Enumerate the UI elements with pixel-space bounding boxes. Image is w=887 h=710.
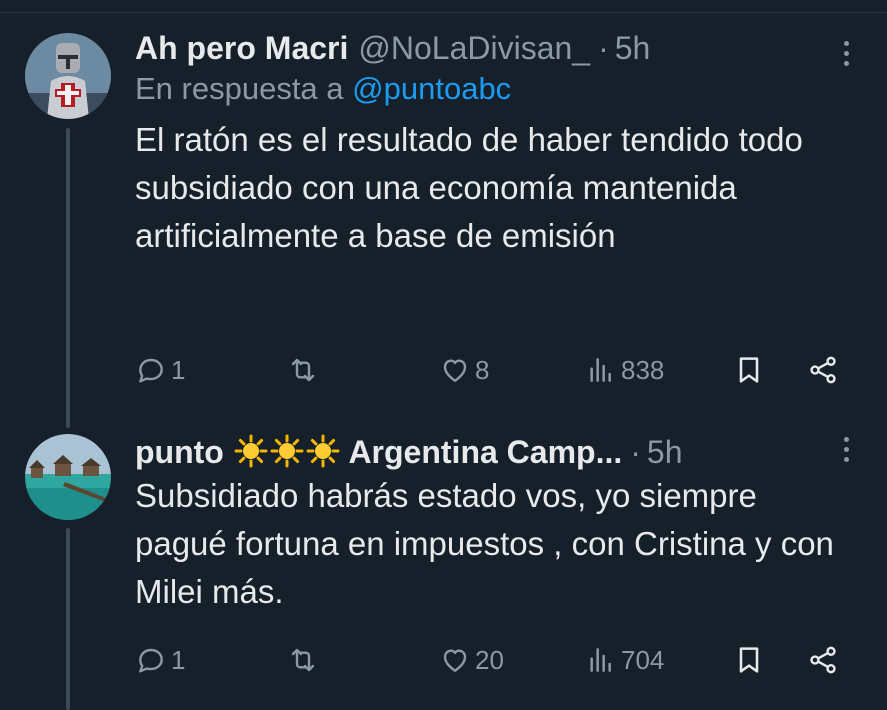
avatar[interactable] bbox=[25, 33, 111, 119]
separator-dot: · bbox=[598, 30, 609, 66]
display-name[interactable]: punto Argentina Camp... bbox=[135, 432, 622, 472]
reply-prefix: En respuesta a bbox=[135, 71, 344, 106]
tweet-text: Subsidiado habrás estado vos, yo siempre… bbox=[135, 477, 834, 610]
reply-count: 1 bbox=[171, 644, 186, 675]
bookmark-button[interactable] bbox=[733, 638, 765, 682]
reply-mention-link[interactable]: @puntoabc bbox=[352, 71, 511, 106]
action-bar: 1 8 838 bbox=[135, 348, 845, 392]
share-icon bbox=[810, 356, 836, 384]
reply-count: 1 bbox=[171, 354, 186, 385]
bookmark-button[interactable] bbox=[733, 348, 765, 392]
heart-icon bbox=[443, 359, 467, 382]
share-button[interactable] bbox=[807, 638, 839, 682]
share-button[interactable] bbox=[807, 348, 839, 392]
display-name[interactable]: Ah pero Macri bbox=[135, 28, 348, 68]
like-button[interactable]: 20 bbox=[439, 638, 504, 682]
avatar[interactable] bbox=[25, 434, 111, 520]
more-options-icon[interactable] bbox=[835, 36, 857, 76]
reply-context: En respuesta a @puntoabc bbox=[135, 70, 847, 108]
display-name-suffix: Argentina Camp... bbox=[348, 434, 623, 470]
repost-icon bbox=[291, 358, 315, 382]
more-options-icon[interactable] bbox=[835, 432, 857, 472]
repost-button[interactable] bbox=[287, 638, 319, 682]
sun-emoji-icon bbox=[306, 434, 340, 468]
like-count: 20 bbox=[475, 644, 504, 675]
like-count: 8 bbox=[475, 354, 490, 385]
reply-button[interactable]: 1 bbox=[135, 348, 185, 392]
user-handle[interactable]: @NoLaDivisan_ bbox=[358, 28, 590, 68]
repost-button[interactable] bbox=[287, 348, 319, 392]
action-bar: 1 20 704 bbox=[135, 638, 845, 682]
sun-emoji-icon bbox=[234, 434, 268, 468]
reply-icon bbox=[139, 648, 163, 673]
view-count: 704 bbox=[621, 644, 665, 675]
bookmark-icon bbox=[739, 647, 759, 673]
separator-dot: · bbox=[630, 434, 641, 470]
view-count: 838 bbox=[621, 354, 665, 385]
sun-emoji-icon bbox=[270, 434, 304, 468]
timestamp[interactable]: 5h bbox=[615, 28, 651, 68]
heart-icon bbox=[443, 649, 467, 672]
bookmark-icon bbox=[739, 357, 759, 383]
tweet[interactable]: Ah pero Macri @NoLaDivisan_ · 5h En resp… bbox=[0, 0, 887, 420]
views-button[interactable]: 704 bbox=[585, 638, 664, 682]
repost-icon bbox=[291, 648, 315, 672]
tweet-text: El ratón es el resultado de haber tendid… bbox=[135, 121, 803, 254]
display-name-prefix: punto bbox=[135, 434, 224, 470]
share-icon bbox=[810, 646, 836, 674]
reply-button[interactable]: 1 bbox=[135, 638, 185, 682]
views-button[interactable]: 838 bbox=[585, 348, 664, 392]
bar-chart-icon bbox=[590, 648, 611, 672]
timestamp[interactable]: 5h bbox=[647, 432, 683, 472]
tweet[interactable]: punto Argentina Camp... · 5h Subsidiado … bbox=[0, 420, 887, 710]
like-button[interactable]: 8 bbox=[439, 348, 489, 392]
reply-icon bbox=[139, 358, 163, 383]
bar-chart-icon bbox=[590, 358, 611, 382]
